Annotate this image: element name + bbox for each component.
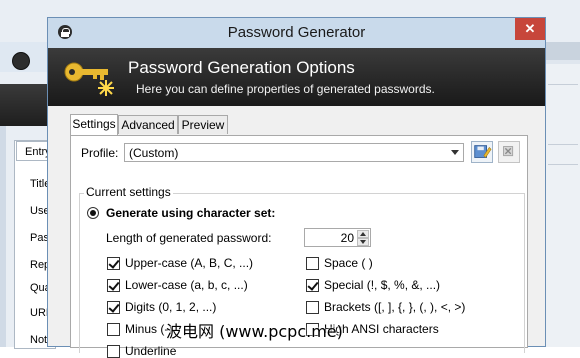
keepass-lock-icon — [12, 52, 30, 70]
dialog-title: Password Generator — [227, 24, 366, 41]
delete-icon — [503, 146, 514, 157]
tab-advanced[interactable]: Advanced — [118, 115, 178, 134]
divider — [548, 164, 578, 165]
minus-checkbox[interactable] — [107, 323, 120, 336]
save-profile-icon — [474, 145, 492, 158]
banner-subtitle: Here you can define properties of genera… — [136, 82, 435, 96]
stepper-down-button[interactable] — [357, 238, 369, 246]
current-settings-title: Current settings — [84, 185, 173, 199]
lowercase-label[interactable]: Lower-case (a, b, c, ...) — [125, 278, 248, 292]
watermark-text: 波电网 (www.pcpc.me) — [166, 322, 343, 341]
dialog-titlebar[interactable]: Password Generator ✕ — [48, 18, 545, 48]
stepper-up-button[interactable] — [357, 230, 369, 238]
tab-preview[interactable]: Preview — [178, 115, 228, 134]
digits-checkbox[interactable] — [107, 301, 120, 314]
background-tab-entry[interactable]: Entry — [16, 141, 51, 161]
special-label[interactable]: Special (!, $, %, &, ...) — [324, 278, 440, 292]
uppercase-checkbox[interactable] — [107, 257, 120, 270]
space-label[interactable]: Space ( ) — [324, 256, 373, 270]
password-generator-dialog: Password Generator ✕ Password Generation… — [47, 17, 546, 358]
background-left-bar — [0, 126, 6, 347]
close-icon: ✕ — [524, 21, 536, 36]
tab-settings[interactable]: Settings — [70, 114, 118, 135]
brackets-label[interactable]: Brackets ([, ], {, }, (, ), <, >) — [324, 300, 465, 314]
delete-profile-button[interactable] — [498, 141, 520, 163]
background-right-edge — [545, 42, 580, 347]
dialog-banner: Password Generation Options Here you can… — [48, 48, 545, 106]
divider — [548, 144, 578, 145]
profile-dropdown[interactable]: (Custom) — [124, 143, 464, 162]
uppercase-label[interactable]: Upper-case (A, B, C, ...) — [125, 256, 253, 270]
save-profile-button[interactable] — [471, 141, 493, 163]
background-close-area — [545, 42, 580, 60]
chevron-down-icon — [451, 150, 459, 155]
special-checkbox[interactable] — [306, 279, 319, 292]
profile-label: Profile: — [81, 146, 119, 160]
underline-label[interactable]: Underline — [125, 344, 176, 358]
brackets-checkbox[interactable] — [306, 301, 319, 314]
divider — [548, 84, 578, 85]
length-label: Length of generated password: — [106, 231, 272, 245]
charset-radio-label[interactable]: Generate using character set: — [106, 206, 275, 220]
lowercase-checkbox[interactable] — [107, 279, 120, 292]
close-button[interactable]: ✕ — [515, 18, 545, 40]
space-checkbox[interactable] — [306, 257, 319, 270]
banner-title: Password Generation Options — [128, 58, 355, 77]
key-icon — [64, 62, 114, 96]
profile-value: (Custom) — [129, 146, 179, 160]
length-value: 20 — [340, 231, 354, 245]
settings-panel: Profile: (Custom) Current settings Gener… — [70, 135, 528, 358]
charset-radio[interactable] — [87, 207, 99, 219]
digits-label[interactable]: Digits (0, 1, 2, ...) — [125, 300, 216, 314]
background-right-panel — [545, 64, 580, 347]
length-stepper[interactable]: 20 — [304, 228, 371, 247]
background-banner — [0, 84, 50, 195]
